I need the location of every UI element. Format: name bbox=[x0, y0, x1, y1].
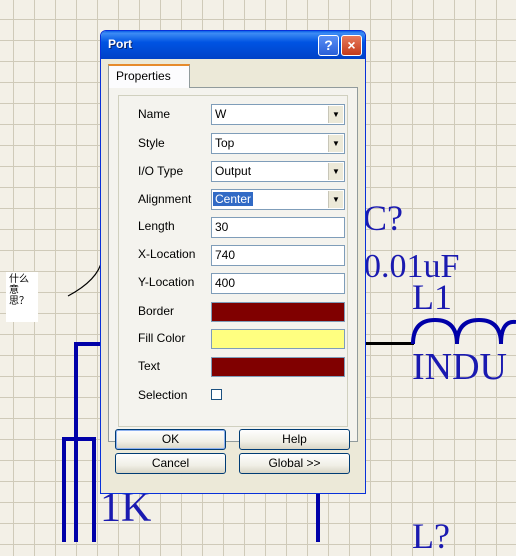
resistor-body-right bbox=[92, 437, 96, 542]
tab-properties[interactable]: Properties bbox=[108, 64, 190, 88]
help-button[interactable]: Help bbox=[239, 429, 350, 450]
schematic-wire-top bbox=[74, 342, 102, 346]
properties-group: Name W ▼ Style Top ▼ I/O Type Output ▼ A… bbox=[118, 95, 348, 427]
next-component-ref-label: L? bbox=[412, 516, 450, 556]
io-type-value: Output bbox=[215, 164, 252, 178]
length-label: Length bbox=[138, 219, 175, 233]
alignment-label: Alignment bbox=[138, 192, 192, 206]
chevron-down-icon[interactable]: ▼ bbox=[328, 191, 343, 208]
schematic-wire-right bbox=[366, 342, 414, 345]
cancel-button[interactable]: Cancel bbox=[115, 453, 226, 474]
capacitor-ref-label: C? bbox=[363, 198, 403, 238]
alignment-value: Center bbox=[213, 192, 254, 206]
selection-checkbox[interactable] bbox=[211, 389, 222, 400]
style-combo[interactable]: Top ▼ bbox=[211, 133, 345, 154]
inductor-ref-label: L1 bbox=[412, 277, 452, 317]
resistor-body-left bbox=[62, 437, 66, 542]
io-type-label: I/O Type bbox=[138, 164, 184, 178]
selection-label: Selection bbox=[138, 388, 188, 402]
name-label: Name bbox=[138, 107, 171, 121]
schematic-wire-left bbox=[74, 342, 78, 542]
style-value: Top bbox=[215, 136, 235, 150]
close-icon[interactable]: × bbox=[341, 35, 362, 56]
dialog-title: Port bbox=[108, 37, 132, 51]
ok-button[interactable]: OK bbox=[115, 429, 226, 450]
x-location-input[interactable]: 740 bbox=[211, 245, 345, 266]
x-location-label: X-Location bbox=[138, 247, 196, 261]
border-label: Border bbox=[138, 304, 175, 318]
text-color-swatch[interactable] bbox=[211, 357, 345, 377]
help-icon[interactable]: ? bbox=[318, 35, 339, 56]
fill-color-swatch[interactable] bbox=[211, 329, 345, 349]
border-color-swatch[interactable] bbox=[211, 302, 345, 322]
chevron-down-icon[interactable]: ▼ bbox=[328, 163, 343, 180]
y-location-label: Y-Location bbox=[138, 275, 195, 289]
fill-color-label: Fill Color bbox=[138, 331, 186, 345]
alignment-combo[interactable]: Center ▼ bbox=[211, 189, 345, 210]
style-label: Style bbox=[138, 136, 165, 150]
inductor-value-label: INDU bbox=[412, 346, 507, 388]
resistor-body-top bbox=[62, 437, 96, 441]
annotation-note: 什么意思？ bbox=[6, 272, 38, 322]
chevron-down-icon[interactable]: ▼ bbox=[328, 135, 343, 152]
properties-panel: Name W ▼ Style Top ▼ I/O Type Output ▼ A… bbox=[108, 87, 358, 442]
dialog-titlebar[interactable]: Port ? × bbox=[101, 31, 365, 59]
name-combo[interactable]: W ▼ bbox=[211, 104, 345, 125]
global-button[interactable]: Global >> bbox=[239, 453, 350, 474]
io-type-combo[interactable]: Output ▼ bbox=[211, 161, 345, 182]
schematic-wire-bottom bbox=[316, 494, 320, 542]
name-value: W bbox=[215, 107, 227, 121]
chevron-down-icon[interactable]: ▼ bbox=[328, 106, 343, 123]
port-dialog: Port ? × Properties Name W ▼ Style Top ▼… bbox=[100, 30, 366, 494]
length-input[interactable]: 30 bbox=[211, 217, 345, 238]
text-color-label: Text bbox=[138, 359, 161, 373]
y-location-input[interactable]: 400 bbox=[211, 273, 345, 294]
annotation-text: 什么意思？ bbox=[9, 274, 29, 307]
